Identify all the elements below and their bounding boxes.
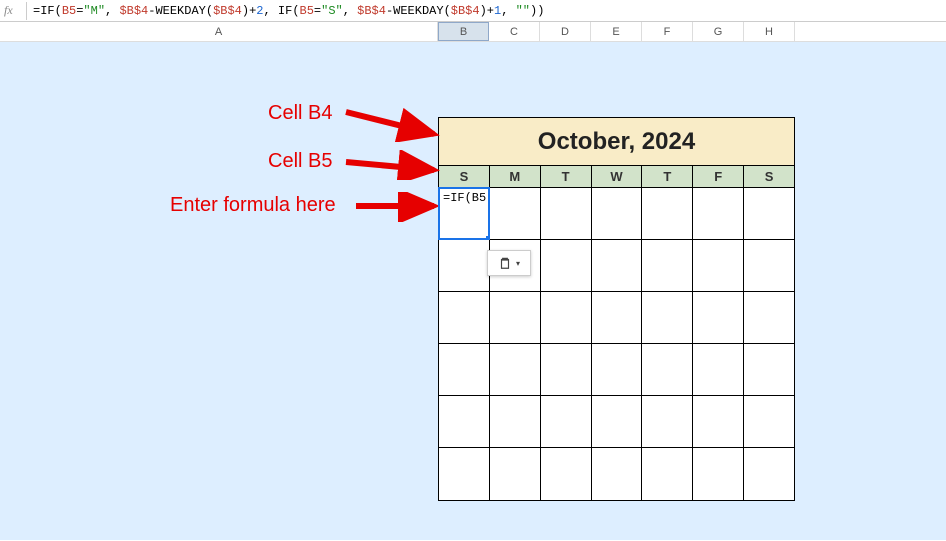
col-header-G[interactable]: G bbox=[693, 22, 744, 41]
arrow-icon bbox=[344, 150, 442, 180]
col-header-A[interactable]: A bbox=[0, 22, 438, 41]
calendar-cell[interactable] bbox=[541, 344, 592, 395]
formula-input[interactable]: =IF(B5="M", $B$4-WEEKDAY($B$4)+2, IF(B5=… bbox=[33, 4, 946, 18]
col-header-F[interactable]: F bbox=[642, 22, 693, 41]
calendar-cell[interactable] bbox=[744, 396, 794, 447]
column-headers: A B C D E F G H bbox=[0, 22, 946, 42]
calendar-cell[interactable] bbox=[693, 240, 744, 291]
day-header[interactable]: M bbox=[490, 166, 541, 187]
col-header-D[interactable]: D bbox=[540, 22, 591, 41]
calendar-row bbox=[439, 344, 794, 396]
calendar-cell[interactable] bbox=[541, 188, 592, 239]
calendar-cell[interactable] bbox=[744, 448, 794, 500]
calendar-block: October, 2024 S M T W T F S =IF(B5 ▾ bbox=[438, 117, 795, 501]
col-header-C[interactable]: C bbox=[489, 22, 540, 41]
calendar-cell[interactable] bbox=[541, 292, 592, 343]
calendar-cell[interactable] bbox=[490, 448, 541, 500]
calendar-cell[interactable] bbox=[693, 396, 744, 447]
col-header-B[interactable]: B bbox=[438, 22, 489, 41]
day-header[interactable]: S bbox=[439, 166, 490, 187]
calendar-grid: =IF(B5 ▾ bbox=[439, 188, 794, 500]
calendar-cell[interactable] bbox=[541, 240, 592, 291]
calendar-cell[interactable] bbox=[693, 188, 744, 239]
calendar-cell[interactable] bbox=[490, 292, 541, 343]
calendar-cell[interactable] bbox=[490, 188, 541, 239]
calendar-cell[interactable] bbox=[541, 448, 592, 500]
day-header[interactable]: F bbox=[693, 166, 744, 187]
calendar-cell[interactable] bbox=[693, 292, 744, 343]
calendar-row bbox=[439, 396, 794, 448]
clipboard-icon bbox=[498, 256, 512, 270]
calendar-cell[interactable] bbox=[693, 448, 744, 500]
calendar-cell[interactable] bbox=[744, 292, 794, 343]
calendar-cell[interactable] bbox=[439, 292, 490, 343]
calendar-cell[interactable] bbox=[490, 396, 541, 447]
calendar-cell[interactable] bbox=[642, 292, 693, 343]
calendar-row bbox=[439, 292, 794, 344]
chevron-down-icon: ▾ bbox=[516, 259, 520, 268]
calendar-cell[interactable] bbox=[693, 344, 744, 395]
calendar-title[interactable]: October, 2024 bbox=[439, 118, 794, 166]
sheet-area[interactable]: October, 2024 S M T W T F S =IF(B5 ▾ Cell… bbox=[0, 42, 946, 540]
fill-handle[interactable] bbox=[485, 235, 490, 240]
calendar-cell[interactable] bbox=[744, 240, 794, 291]
paste-options-popup[interactable]: ▾ bbox=[487, 250, 531, 276]
calendar-cell[interactable] bbox=[541, 396, 592, 447]
day-header[interactable]: T bbox=[642, 166, 693, 187]
fx-label: fx bbox=[4, 3, 20, 18]
arrow-icon bbox=[354, 192, 442, 222]
annotation-label: Cell B5 bbox=[268, 150, 332, 173]
day-header[interactable]: T bbox=[541, 166, 592, 187]
active-cell-editing[interactable]: =IF(B5 bbox=[438, 187, 490, 240]
calendar-cell[interactable] bbox=[744, 344, 794, 395]
col-header-H[interactable]: H bbox=[744, 22, 795, 41]
calendar-cell[interactable] bbox=[642, 448, 693, 500]
calendar-cell[interactable] bbox=[642, 188, 693, 239]
formula-bar-separator bbox=[26, 2, 27, 20]
day-header[interactable]: S bbox=[744, 166, 794, 187]
calendar-cell[interactable] bbox=[439, 396, 490, 447]
calendar-cell[interactable] bbox=[744, 188, 794, 239]
arrow-icon bbox=[344, 92, 442, 142]
calendar-cell[interactable] bbox=[439, 448, 490, 500]
calendar-cell[interactable] bbox=[592, 188, 643, 239]
formula-bar: fx =IF(B5="M", $B$4-WEEKDAY($B$4)+2, IF(… bbox=[0, 0, 946, 22]
calendar-cell[interactable] bbox=[642, 240, 693, 291]
col-header-E[interactable]: E bbox=[591, 22, 642, 41]
day-header[interactable]: W bbox=[592, 166, 643, 187]
annotation-label: Enter formula here bbox=[170, 194, 336, 217]
calendar-row: =IF(B5▾ bbox=[439, 188, 794, 240]
calendar-cell[interactable] bbox=[592, 448, 643, 500]
calendar-cell[interactable] bbox=[592, 240, 643, 291]
annotation-label: Cell B4 bbox=[268, 102, 332, 125]
calendar-cell[interactable] bbox=[439, 344, 490, 395]
calendar-cell[interactable] bbox=[439, 240, 490, 291]
calendar-cell[interactable] bbox=[592, 396, 643, 447]
calendar-cell[interactable] bbox=[490, 344, 541, 395]
calendar-cell[interactable]: =IF(B5▾ bbox=[439, 188, 490, 239]
calendar-cell[interactable] bbox=[642, 344, 693, 395]
calendar-row bbox=[439, 448, 794, 500]
calendar-cell[interactable] bbox=[642, 396, 693, 447]
calendar-cell[interactable] bbox=[592, 292, 643, 343]
calendar-cell[interactable] bbox=[592, 344, 643, 395]
calendar-day-headers: S M T W T F S bbox=[439, 166, 794, 188]
